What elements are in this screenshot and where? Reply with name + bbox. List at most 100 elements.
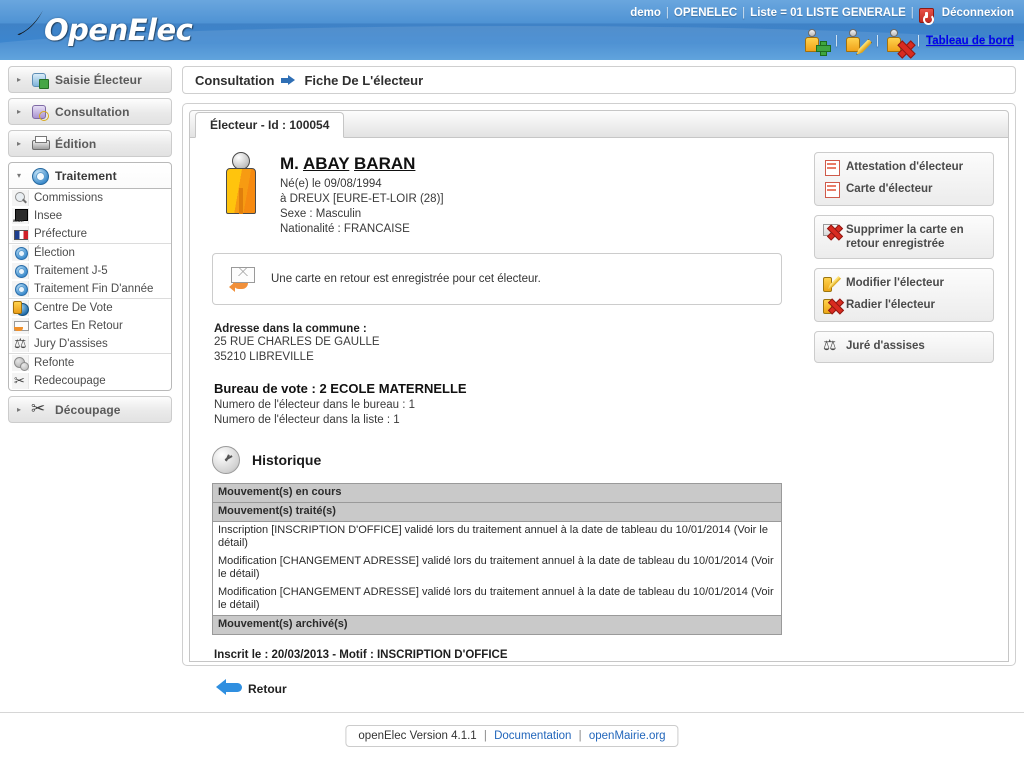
header-action-icons: | | | Tableau de bord (803, 28, 1014, 56)
sidebar-item-decoupage[interactable]: ▸ Découpage (8, 396, 172, 423)
actions-group-elector: Modifier l'électeur Radier l'électeur (814, 268, 994, 322)
scissors-icon (31, 399, 49, 419)
breadcrumb: Consultation Fiche De L'électeur (182, 66, 1016, 94)
footer-box: openElec Version 4.1.1 | Documentation |… (345, 725, 679, 747)
chevron-right-icon: ▸ (17, 138, 22, 148)
sidebar-item-saisie-electeur[interactable]: ▸ Saisie Électeur (8, 66, 172, 93)
breadcrumb-current: Fiche De L'électeur (304, 72, 424, 88)
envelope-return-icon (12, 318, 29, 334)
sidebar-item-redecoupage[interactable]: Redecoupage (9, 372, 171, 390)
tab-strip: Électeur - Id : 100054 (189, 110, 1009, 138)
submenu-group: Commissions Insee Préfecture (9, 189, 171, 244)
main-content: Consultation Fiche De L'électeur Électeu… (182, 66, 1016, 696)
chevron-down-icon: ▾ (17, 170, 22, 180)
app-version: openElec Version 4.1.1 (358, 730, 477, 742)
action-label: Radier l'électeur (846, 299, 936, 311)
arrow-right-icon (281, 75, 297, 85)
tab-electeur[interactable]: Électeur - Id : 100054 (195, 112, 345, 138)
sidebar-item-traitement-j5[interactable]: Traitement J-5 (9, 262, 171, 280)
sidebar-item-centre-de-vote[interactable]: Centre De Vote (9, 299, 171, 317)
sidebar-item-prefecture[interactable]: Préfecture (9, 225, 171, 243)
documentation-link[interactable]: Documentation (494, 730, 571, 742)
elector-first-name: ABAY (302, 154, 350, 173)
person-add-icon[interactable] (803, 28, 832, 56)
people-search-icon (31, 103, 49, 121)
document-red-icon (823, 182, 841, 198)
sidebar-item-commissions[interactable]: Commissions (9, 189, 171, 207)
separator: | (835, 35, 839, 47)
movement-text[interactable]: Modification [CHANGEMENT ADRESSE] validé… (212, 584, 782, 616)
table-row: Mouvement(s) archivé(s) (212, 615, 782, 635)
movement-text[interactable]: Modification [CHANGEMENT ADRESSE] validé… (212, 553, 782, 584)
document-red-icon (823, 160, 841, 176)
breadcrumb-root[interactable]: Consultation (195, 73, 274, 88)
sidebar-item-label: Redecoupage (34, 375, 106, 387)
app-logo[interactable]: OpenElec (14, 8, 193, 52)
sidebar-submenu-traitement: Commissions Insee Préfecture Élection (8, 189, 172, 391)
back-arrow-icon (216, 677, 244, 701)
table-row[interactable]: Inscription [INSCRIPTION D'OFFICE] valid… (212, 521, 782, 553)
scales-icon (823, 337, 841, 355)
action-label: Attestation d'électeur (846, 161, 964, 173)
header-user-links: demo | OPENELEC | Liste = 01 LISTE GENER… (630, 5, 1014, 25)
carte-electeur-button[interactable]: Carte d'électeur (815, 179, 993, 201)
sidebar-item-insee[interactable]: Insee (9, 207, 171, 225)
sidebar-item-label: Traitement J-5 (34, 265, 108, 277)
insee-icon (12, 208, 29, 224)
sidebar-item-traitement[interactable]: ▾ Traitement (8, 162, 172, 189)
people-add-icon (31, 71, 49, 89)
actions-group-card: Supprimer la carte en retour enregistrée (814, 215, 994, 259)
app-header: OpenElec demo | OPENELEC | Liste = 01 LI… (0, 0, 1024, 60)
app-footer: openElec Version 4.1.1 | Documentation |… (0, 712, 1024, 768)
back-button[interactable]: Retour (216, 677, 287, 701)
sidebar-item-cartes-en-retour[interactable]: Cartes En Retour (9, 317, 171, 335)
person-delete-icon (823, 298, 841, 314)
logout-link[interactable]: Déconnexion (942, 7, 1014, 19)
sidebar-item-refonte[interactable]: Refonte (9, 354, 171, 372)
scissors-small-icon (12, 372, 29, 389)
sidebar-item-label: Saisie Électeur (55, 72, 142, 87)
radier-electeur-button[interactable]: Radier l'électeur (815, 295, 993, 317)
organization-link[interactable]: OPENELEC (674, 7, 737, 19)
supprimer-carte-retour-button[interactable]: Supprimer la carte en retour enregistrée (815, 220, 993, 254)
sidebar-item-election[interactable]: Élection (9, 244, 171, 262)
magnifier-icon (12, 190, 29, 206)
sidebar-item-traitement-fin-annee[interactable]: Traitement Fin D'année (9, 280, 171, 298)
back-button-label: Retour (248, 682, 287, 696)
sidebar-item-edition[interactable]: ▸ Édition (8, 130, 172, 157)
french-flag-icon (12, 226, 29, 242)
bureau-title: Bureau de vote : 2 ECOLE MATERNELLE (214, 381, 467, 396)
table-row: Mouvement(s) traité(s) (212, 502, 782, 522)
action-label: Modifier l'électeur (846, 277, 944, 289)
person-delete-icon[interactable] (885, 28, 911, 54)
separator: | (742, 6, 746, 19)
modifier-electeur-button[interactable]: Modifier l'électeur (815, 273, 993, 295)
elector-panel: Électeur - Id : 100054 M. ABAY BARAN Né(… (182, 103, 1016, 696)
elector-birthdate: Né(e) le 09/08/1994 (280, 178, 382, 190)
table-row[interactable]: Modification [CHANGEMENT ADRESSE] validé… (212, 553, 782, 584)
openmairie-link[interactable]: openMairie.org (589, 730, 666, 742)
jure-dassises-button[interactable]: Juré d'assises (815, 336, 993, 358)
sidebar-item-label: Jury D'assises (34, 338, 108, 350)
separator: | (665, 6, 669, 19)
list-selector-link[interactable]: Liste = 01 LISTE GENERALE (750, 7, 906, 19)
separator: | (910, 6, 914, 19)
section-label: Mouvement(s) archivé(s) (212, 615, 782, 635)
sidebar-item-label: Préfecture (34, 228, 88, 240)
attestation-electeur-button[interactable]: Attestation d'électeur (815, 157, 993, 179)
power-icon (918, 8, 934, 25)
section-label: Mouvement(s) traité(s) (212, 502, 782, 522)
person-edit-icon[interactable] (844, 28, 873, 55)
movement-text[interactable]: Inscription [INSCRIPTION D'OFFICE] valid… (212, 521, 782, 553)
separator: | (917, 35, 921, 47)
returned-card-notice: Une carte en retour est enregistrée pour… (212, 253, 782, 305)
action-label: Carte d'électeur (846, 183, 933, 195)
printer-icon (31, 135, 50, 153)
elector-sex: Sexe : Masculin (280, 208, 362, 220)
sidebar-item-label: Traitement (55, 168, 117, 183)
sidebar-item-consultation[interactable]: ▸ Consultation (8, 98, 172, 125)
table-row[interactable]: Modification [CHANGEMENT ADRESSE] validé… (212, 584, 782, 616)
dashboard-link[interactable]: Tableau de bord (926, 35, 1014, 47)
action-label: Supprimer la carte en retour enregistrée (846, 224, 964, 250)
sidebar-item-jury-dassises[interactable]: Jury D'assises (9, 335, 171, 353)
